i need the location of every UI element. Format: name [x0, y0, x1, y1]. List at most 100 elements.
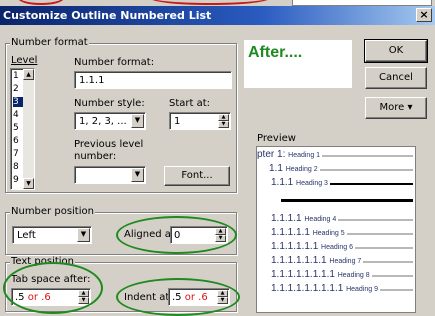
number-format-value: 1.1.1 [79, 75, 105, 86]
level-scrollbar[interactable]: ▲ ▼ [23, 69, 34, 189]
preview-leader-line [338, 219, 413, 221]
alignment-dropdown[interactable]: Left ▼ [12, 226, 92, 244]
dialog-title: Customize Outline Numbered List [3, 9, 212, 22]
level-item-3[interactable]: 3 [13, 97, 23, 107]
number-style-value: 1, 2, 3, ... [79, 116, 127, 127]
preview-number: 1.1.1.1.1.1.1.1.1 [271, 283, 344, 294]
preview-heading: Heading 9 [346, 286, 378, 293]
annotation-oval [18, 0, 64, 5]
preview-row: 1.1.1.1 Heading 4 [271, 213, 336, 225]
preview-heading: Heading 6 [321, 244, 353, 251]
tab-space-label: Tab space after: [11, 274, 91, 285]
tab-value-b: .6 [41, 292, 51, 303]
number-format-field[interactable]: 1.1.1 [74, 71, 232, 89]
start-at-label: Start at: [169, 98, 211, 109]
preview-row: 1.1.1.1.1.1.1.1.1 Heading 9 [271, 283, 378, 295]
preview-leader-line [372, 275, 413, 277]
cancel-button-label: Cancel [379, 72, 413, 83]
preview-row: 1.1.1.1.1.1 Heading 6 [271, 241, 353, 253]
preview-label: Preview [257, 133, 296, 144]
indent-at-value: .5 or .6 [172, 292, 208, 303]
preview-number: 1.1.1.1.1 [271, 227, 310, 238]
preview-heading: Heading 7 [329, 258, 362, 265]
level-listbox[interactable]: 1 2 3 4 5 6 7 8 9 ▲ ▼ [10, 68, 35, 190]
number-style-label: Number style: [74, 98, 145, 109]
aligned-at-value: 0 [174, 230, 181, 241]
spin-arrows-icon[interactable]: ▲ ▼ [217, 290, 228, 304]
preview-row: 1.1.1.1.1.1.1 Heading 7 [271, 255, 361, 267]
annotation-oval [150, 0, 270, 5]
level-label: Level [11, 55, 38, 66]
preview-separator [281, 199, 413, 202]
previous-level-dropdown[interactable]: ▼ [74, 166, 146, 184]
chevron-down-icon[interactable]: ▼ [131, 168, 144, 182]
indent-value-a: .5 [172, 292, 182, 303]
preview-number: 1.1.1.1.1.1 [271, 241, 319, 252]
tab-or: or [27, 292, 38, 303]
spin-arrows-icon[interactable]: ▲ ▼ [218, 114, 229, 128]
alignment-value: Left [17, 230, 36, 241]
preview-number: 1.1 [269, 163, 283, 174]
preview-number: 1.1.1.1.1.1.1 [271, 255, 327, 266]
more-button[interactable]: More ▾ [365, 97, 427, 119]
preview-leader-line [330, 183, 413, 185]
previous-level-label-2: number: [74, 151, 117, 162]
preview-row: 1.1.1.1.1.1.1.1 Heading 8 [271, 269, 370, 281]
preview-heading: Heading 1 [288, 152, 321, 159]
more-button-label: More ▾ [379, 102, 413, 113]
aligned-at-spinner[interactable]: 0 ▲ ▼ [170, 226, 228, 244]
level-item-8[interactable]: 8 [13, 162, 23, 172]
preview-leader-line [355, 247, 413, 249]
chevron-down-icon[interactable]: ▼ [77, 228, 90, 242]
level-item-1[interactable]: 1 [13, 71, 23, 81]
preview-heading: Heading 3 [296, 180, 328, 187]
preview-row: pter 1: Heading 1 [257, 149, 320, 161]
level-item-7[interactable]: 7 [13, 149, 23, 159]
indent-at-label: Indent at: [124, 292, 173, 303]
level-item-5[interactable]: 5 [13, 123, 23, 133]
number-format-legend: Number format [10, 37, 89, 48]
font-button-label: Font... [181, 170, 213, 181]
spin-arrows-icon[interactable]: ▲ ▼ [78, 290, 89, 304]
preview-heading: Heading 4 [304, 216, 337, 223]
annotation-text: After.... [248, 44, 303, 61]
start-at-spinner[interactable]: 1 ▲ ▼ [169, 112, 231, 130]
scroll-down-icon[interactable]: ▼ [23, 178, 34, 189]
previous-level-label: Previous level [74, 139, 144, 150]
preview-leader-line [322, 155, 413, 157]
start-at-value: 1 [174, 116, 181, 127]
close-button[interactable]: × [416, 8, 432, 22]
text-position-legend: Text position [10, 256, 76, 267]
number-position-legend: Number position [10, 206, 95, 217]
tab-space-spinner[interactable]: .5 or .6 ▲ ▼ [11, 288, 91, 306]
tab-space-value: .5 or .6 [15, 292, 51, 303]
level-item-2[interactable]: 2 [13, 84, 23, 94]
preview-row: 1.1 Heading 2 [269, 163, 318, 175]
number-format-label: Number format: [74, 57, 155, 68]
level-item-9[interactable]: 9 [13, 175, 23, 185]
scroll-up-icon[interactable]: ▲ [23, 69, 34, 80]
annotation-box: After.... [244, 40, 352, 88]
font-button[interactable]: Font... [164, 166, 230, 186]
preview-heading: Heading 8 [337, 272, 370, 279]
preview-leader-line [347, 233, 413, 235]
level-item-4[interactable]: 4 [13, 110, 23, 120]
indent-value-b: .6 [198, 292, 208, 303]
preview-heading: Heading 2 [285, 166, 318, 173]
spin-arrows-icon[interactable]: ▲ ▼ [215, 228, 226, 242]
preview-number: 1.1.1.1.1.1.1.1 [271, 269, 335, 280]
preview-number: 1.1.1.1 [271, 213, 302, 224]
indent-or: or [184, 292, 195, 303]
tab-value-a: .5 [15, 292, 25, 303]
dialog-titlebar: Customize Outline Numbered List × [0, 6, 435, 25]
indent-at-spinner[interactable]: .5 or .6 ▲ ▼ [168, 288, 230, 306]
chevron-down-icon[interactable]: ▼ [131, 114, 144, 128]
preview-heading: Heading 5 [312, 230, 345, 237]
preview-leader-line [320, 169, 413, 171]
ok-button[interactable]: OK [364, 39, 428, 63]
level-item-6[interactable]: 6 [13, 136, 23, 146]
preview-row: 1.1.1 Heading 3 [271, 177, 328, 189]
number-style-dropdown[interactable]: 1, 2, 3, ... ▼ [74, 112, 146, 130]
cancel-button[interactable]: Cancel [365, 67, 427, 89]
preview-row: 1.1.1.1.1 Heading 5 [271, 227, 345, 239]
